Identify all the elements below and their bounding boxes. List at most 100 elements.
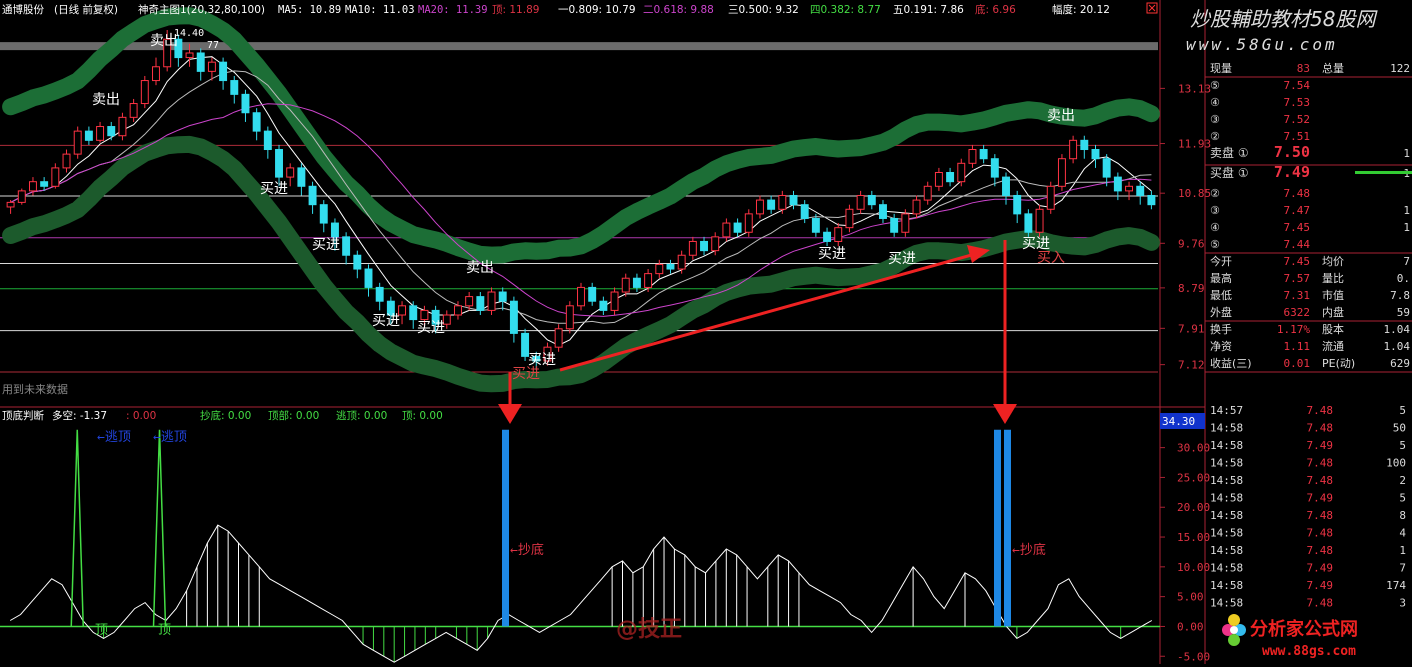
taoding-value: 逃顶: 0.00 — [336, 409, 387, 422]
trade-price: 7.48 — [1307, 597, 1334, 610]
price-tick-label: 10.85 — [1178, 187, 1211, 200]
candlestick-chart[interactable]: 13.13 11.93 10.85 9.76 8.79 7.91 7.12 — [0, 7, 1211, 393]
candle-body — [733, 222, 742, 233]
quote-price: 7.44 — [1284, 238, 1311, 251]
candle-body — [308, 185, 317, 206]
candle-body — [554, 328, 563, 348]
indicator-tick-label: 20.00 — [1177, 501, 1210, 514]
ma10-value: MA10: 11.03 — [345, 4, 415, 16]
trade-price: 7.49 — [1307, 562, 1334, 575]
quote-label: 外盘 — [1210, 305, 1232, 319]
trade-time: 14:58 — [1210, 439, 1243, 452]
candle-body — [644, 273, 653, 288]
top-signal-spike — [152, 429, 167, 627]
top-watermark: 炒股輔助教材58股网 — [1190, 7, 1378, 31]
candle-body — [577, 286, 585, 307]
quote-value-2: 59 — [1397, 306, 1410, 319]
signal-annotations: 卖出 14.40 77 卖出 卖出 卖出 买进 买进 买进 买进 买进 买进 买… — [92, 28, 1075, 382]
bottom-buy-bar — [1004, 429, 1011, 627]
quote-panel: 现量 83 总量 122⑤ 7.54④ 7.53③ 7.52② 7.51卖盘 ① 7.50 1买盘… — [1205, 61, 1412, 610]
candle-body — [1091, 149, 1100, 160]
trade-time: 14:58 — [1210, 562, 1243, 575]
candle-body — [1102, 158, 1111, 178]
candle-body — [1080, 139, 1089, 151]
candle-body — [778, 194, 787, 210]
candle-body — [923, 185, 932, 201]
candle-body — [1125, 185, 1134, 192]
candle-body — [1147, 194, 1156, 206]
trade-price: 7.48 — [1307, 509, 1334, 522]
candle-body — [811, 217, 820, 233]
quote-value-2: 0. — [1397, 272, 1410, 285]
buy-signal-1: 买进 — [260, 181, 288, 197]
quote-label-2: 总量 — [1322, 61, 1344, 75]
chart-canvas[interactable]: 13.1311.9310.859.768.797.917.12 30.0025.… — [0, 0, 1412, 664]
price-tick-label: 7.12 — [1178, 359, 1205, 372]
arrow-trend-shaft — [559, 252, 976, 372]
candle-body — [688, 240, 697, 256]
quote-price: 7.54 — [1284, 79, 1311, 92]
chart-header: 通博股份 (日线 前复权) 神奇主图1(20,32,80,100) MA5: 1… — [2, 3, 1110, 16]
quote-label-2: 市值 — [1322, 288, 1344, 302]
trade-volume: 50 — [1393, 422, 1406, 435]
trade-price: 7.48 — [1307, 474, 1334, 487]
candle-body — [364, 268, 373, 288]
candle-body — [342, 236, 351, 256]
candle-body — [767, 199, 776, 210]
trade-volume: 100 — [1386, 457, 1406, 470]
candle-body — [51, 167, 60, 187]
candle-body — [420, 309, 429, 321]
quote-value-2: 7.8 — [1390, 289, 1410, 302]
quote-value-2: 1.04 — [1384, 323, 1411, 336]
ma5-value: MA5: 10.89 — [278, 4, 341, 16]
indicator-tick-label: 10.00 — [1177, 561, 1210, 574]
quote-value-2: 629 — [1390, 357, 1410, 370]
candle-body — [275, 149, 283, 178]
trade-volume: 4 — [1399, 527, 1406, 540]
trade-volume: 3 — [1399, 597, 1406, 610]
top-signal-spike — [70, 429, 84, 627]
candle-body — [677, 254, 686, 270]
trade-volume: 1 — [1399, 544, 1406, 557]
arrow-down-right-icon — [993, 404, 1017, 424]
candle-body — [454, 305, 462, 316]
trade-time: 14:58 — [1210, 579, 1243, 592]
candle-body — [375, 286, 384, 302]
bottom-level-value: 底: 6.96 — [975, 3, 1016, 16]
quote-price: 1.11 — [1284, 340, 1311, 353]
level-two-value: 二0.618: 9.88 — [643, 4, 714, 16]
candle-body — [330, 222, 339, 238]
high-price-tail: 77 — [207, 40, 219, 51]
ma20-value: MA20: 11.39 — [418, 4, 488, 16]
current-value-label: 34.30 — [1162, 415, 1195, 428]
quote-value-2: 1 — [1403, 204, 1410, 217]
quote-value-2: 122 — [1390, 62, 1410, 75]
quote-label: 今开 — [1210, 254, 1232, 268]
arrow-down-left-icon — [498, 404, 522, 424]
candle-body — [901, 213, 910, 233]
candle-body — [1024, 213, 1033, 233]
top-label-1: 顶 — [95, 623, 108, 638]
quote-bar-green — [1355, 171, 1412, 174]
trade-time: 14:57 — [1210, 404, 1243, 417]
trade-price: 7.48 — [1307, 527, 1334, 540]
candle-body — [890, 217, 899, 233]
candle-body — [599, 300, 608, 311]
flower-logo-icon — [1222, 614, 1246, 646]
candle-body — [286, 167, 295, 178]
stock-chart-window: 13.13 11.93 10.85 9.76 8.79 7.91 7.12 30.00 25.… — [0, 0, 1412, 664]
trade-price: 7.49 — [1307, 439, 1334, 452]
price-tick-label: 7.91 — [1178, 322, 1205, 335]
trade-volume: 2 — [1399, 474, 1406, 487]
candle-body — [856, 194, 865, 210]
candle-body — [118, 116, 127, 137]
trade-time: 14:58 — [1210, 509, 1243, 522]
trade-price: 7.49 — [1307, 579, 1334, 592]
quote-price: 1.17% — [1277, 323, 1310, 336]
trade-volume: 8 — [1399, 509, 1406, 522]
candle-body — [655, 263, 664, 275]
candle-body — [353, 254, 362, 270]
candle-body — [40, 181, 49, 187]
candle-body — [912, 199, 921, 215]
high-price-label: 14.40 — [174, 28, 204, 39]
